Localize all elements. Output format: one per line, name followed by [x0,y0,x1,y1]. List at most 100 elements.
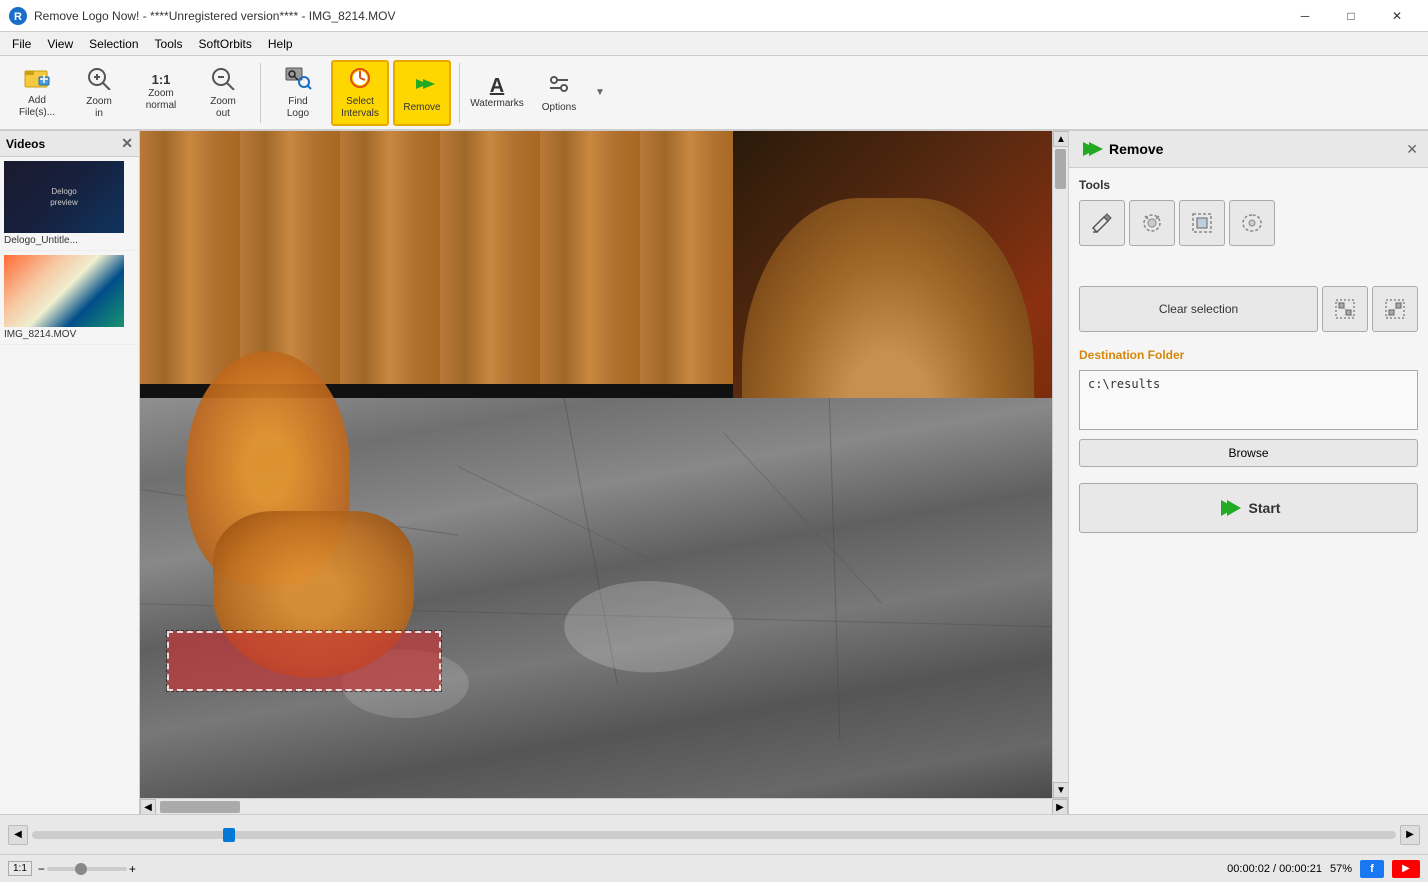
toolbar-separator-2 [459,63,460,123]
toolbox-arrow-icon [1079,139,1103,159]
maximize-button[interactable]: □ [1328,0,1374,32]
video-thumbnail-2 [4,255,124,327]
zoom-in-icon [86,66,112,94]
zoom-normal-button[interactable]: 1:1 Zoomnormal [132,60,190,126]
toolbar-separator-1 [260,63,261,123]
select-intervals-label: SelectIntervals [341,96,379,120]
zoom-out-label: Zoomout [210,96,236,120]
clear-selection-button[interactable]: Clear selection [1079,286,1318,332]
pencil-tool-button[interactable] [1079,200,1125,246]
menu-bar: File View Selection Tools SoftOrbits Hel… [0,32,1428,56]
menu-file[interactable]: File [4,35,39,53]
title-bar: R Remove Logo Now! - ****Unregistered ve… [0,0,1428,32]
timeline-right-button[interactable]: ▶ [1400,825,1420,845]
scroll-track-v [1053,147,1068,782]
find-logo-button[interactable]: FindLogo [269,60,327,126]
timeline-left-button[interactable]: ◀ [8,825,28,845]
add-files-icon [23,67,51,93]
zoom-1-1-button[interactable]: 1:1 [8,861,32,876]
magic-wand-tool-button[interactable] [1129,200,1175,246]
pencil-icon [1090,211,1114,235]
video-inner: ▲ ▼ [140,131,1068,798]
zoom-slider-thumb[interactable] [75,863,87,875]
watermarks-icon: A [490,76,504,96]
add-files-button[interactable]: AddFile(s)... [8,60,66,126]
start-button[interactable]: Start [1079,483,1418,533]
horizontal-scrollbar: ◀ ▶ [140,798,1068,814]
menu-help[interactable]: Help [260,35,301,53]
watermarks-button[interactable]: A Watermarks [468,60,526,126]
videos-close-button[interactable]: ✕ [121,135,133,152]
facebook-icon: f [1370,863,1374,875]
toolbar-scroll-button[interactable]: ▼ [592,87,608,98]
scroll-thumb-h[interactable] [160,801,240,813]
app-icon: R [8,6,28,26]
destination-folder-input[interactable]: c:\results [1079,370,1418,430]
destination-folder-section: Destination Folder c:\results Browse [1079,348,1418,467]
timeline-track[interactable] [32,831,1396,839]
scroll-up-button[interactable]: ▲ [1053,131,1068,147]
thumb1-bg: Delogopreview [4,161,124,233]
watermarks-label: Watermarks [470,98,524,110]
menu-tools[interactable]: Tools [147,35,191,53]
add-files-label: AddFile(s)... [19,95,55,119]
browse-button[interactable]: Browse [1079,439,1418,467]
selection-box[interactable] [167,631,441,691]
clear-selection-row: Clear selection [1079,286,1418,332]
start-label: Start [1249,500,1281,516]
scroll-left-button[interactable]: ◀ [140,799,156,814]
videos-header: Videos ✕ [0,131,139,157]
video-item-1[interactable]: Delogopreview Delogo_Untitle... [0,157,139,251]
toolbox-title-text: Remove [1109,141,1163,157]
youtube-icon: ▶ [1402,863,1410,874]
zoom-in-label: Zoomin [86,96,112,120]
zoom-minus-button[interactable]: − [38,862,45,876]
youtube-button[interactable]: ▶ [1392,860,1420,878]
menu-softorbits[interactable]: SoftOrbits [191,35,260,53]
zoom-out-icon [210,66,236,94]
zoom-in-button[interactable]: Zoomin [70,60,128,126]
select-intervals-icon [346,66,374,94]
zoom-plus-button[interactable]: + [129,862,136,876]
find-logo-icon [284,66,312,94]
rect-select-tool-button[interactable] [1179,200,1225,246]
zoom-slider-track[interactable] [47,867,127,871]
scroll-thumb-v[interactable] [1055,149,1066,189]
minimize-button[interactable]: ─ [1282,0,1328,32]
lasso-tool-button[interactable] [1229,200,1275,246]
select-intervals-button[interactable]: SelectIntervals [331,60,389,126]
video-label-2: IMG_8214.MOV [4,329,124,340]
main-area: Videos ✕ Delogopreview Delogo_Untitle...… [0,131,1428,814]
video-item-2[interactable]: IMG_8214.MOV [0,251,139,345]
zoom-out-button[interactable]: Zoomout [194,60,252,126]
timecode-display: 00:00:02 / 00:00:21 [1227,863,1322,875]
scroll-right-button[interactable]: ▶ [1052,799,1068,814]
timeline-position[interactable] [223,828,235,842]
svg-text:R: R [14,11,22,23]
video-canvas[interactable] [140,131,1052,798]
status-right: 00:00:02 / 00:00:21 57% f ▶ [1227,860,1420,878]
rect-select-icon [1190,211,1214,235]
magic-wand-icon [1140,211,1164,235]
tools-section-label: Tools [1079,178,1418,192]
scroll-down-button[interactable]: ▼ [1053,782,1068,798]
menu-selection[interactable]: Selection [81,35,146,53]
facebook-button[interactable]: f [1360,860,1384,878]
close-button[interactable]: ✕ [1374,0,1420,32]
menu-view[interactable]: View [39,35,81,53]
window-controls: ─ □ ✕ [1282,0,1420,32]
toolbox-close-button[interactable]: ✕ [1406,141,1418,158]
timeline-area: ◀ ▶ [0,814,1428,854]
vertical-scrollbar[interactable]: ▲ ▼ [1052,131,1068,798]
find-logo-label: FindLogo [287,96,309,120]
expand-selection-button[interactable] [1372,286,1418,332]
video-content-area: ▲ ▼ ◀ ▶ [140,131,1068,814]
options-button[interactable]: Options [530,60,588,126]
remove-button[interactable]: Remove [393,60,451,126]
spacer-1 [1079,262,1418,286]
video-main: ▲ ▼ ◀ ▶ [140,131,1068,814]
zoom-normal-icon: 1:1 [152,73,171,86]
toolbox-header: Remove ✕ [1069,131,1428,168]
zoom-normal-label: Zoomnormal [146,88,177,112]
fit-selection-button[interactable] [1322,286,1368,332]
